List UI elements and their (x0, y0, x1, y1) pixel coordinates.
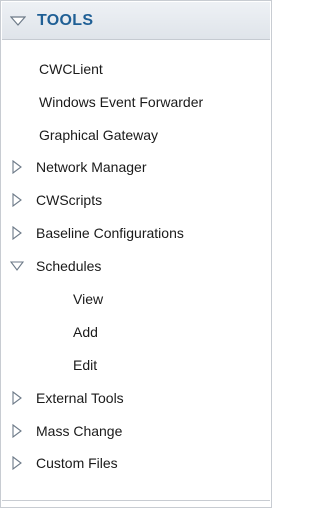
expand-triangle-icon[interactable] (10, 456, 24, 470)
expand-triangle-icon[interactable] (10, 160, 24, 174)
tree-item-label: CWCLient (39, 61, 103, 77)
tree-item-label: Edit (73, 357, 98, 373)
tree-item-label: Mass Change (36, 423, 123, 439)
tree-item-baseline-configurations[interactable]: Baseline Configurations (2, 218, 270, 248)
tree-item-external-tools[interactable]: External Tools (2, 383, 270, 413)
tree-item-label: View (73, 291, 104, 307)
tree-item-label: Schedules (36, 258, 102, 274)
expand-triangle-icon[interactable] (10, 391, 24, 405)
collapse-triangle-icon[interactable] (10, 259, 24, 273)
tree-item-label: External Tools (36, 390, 124, 406)
tree-item-label: Graphical Gateway (39, 127, 159, 143)
tools-panel-header[interactable]: TOOLS (2, 2, 270, 40)
collapse-triangle-icon[interactable] (9, 12, 27, 30)
tree-item-network-manager[interactable]: Network Manager (2, 152, 270, 182)
tree-item-schedules-edit[interactable]: Edit (2, 350, 270, 380)
tree-item-cwclient[interactable]: CWCLient (2, 54, 270, 84)
tree-item-cwscripts[interactable]: CWScripts (2, 185, 270, 215)
tree-item-graphical-gateway[interactable]: Graphical Gateway (2, 120, 270, 150)
expand-triangle-icon[interactable] (10, 424, 24, 438)
panel-bottom-divider (2, 500, 270, 501)
tree-item-label: Custom Files (36, 455, 118, 471)
tree-item-schedules-add[interactable]: Add (2, 317, 270, 347)
tree-item-label: Baseline Configurations (36, 225, 184, 241)
tree-item-windows-event-forwarder[interactable]: Windows Event Forwarder (2, 87, 270, 117)
expand-triangle-icon[interactable] (10, 193, 24, 207)
tree-item-label: Add (73, 324, 98, 340)
tree-item-label: CWScripts (36, 192, 103, 208)
tree-item-mass-change[interactable]: Mass Change (2, 416, 270, 446)
tree-item-schedules[interactable]: Schedules (2, 251, 270, 281)
tree-item-custom-files[interactable]: Custom Files (2, 448, 270, 478)
tree-item-schedules-view[interactable]: View (2, 284, 270, 314)
expand-triangle-icon[interactable] (10, 226, 24, 240)
tree-item-label: Windows Event Forwarder (39, 94, 204, 110)
tree-item-label: Network Manager (36, 159, 147, 175)
tools-panel-title: TOOLS (37, 11, 94, 29)
tools-panel: TOOLS CWCLient Windows Event Forwarder G… (0, 0, 272, 508)
